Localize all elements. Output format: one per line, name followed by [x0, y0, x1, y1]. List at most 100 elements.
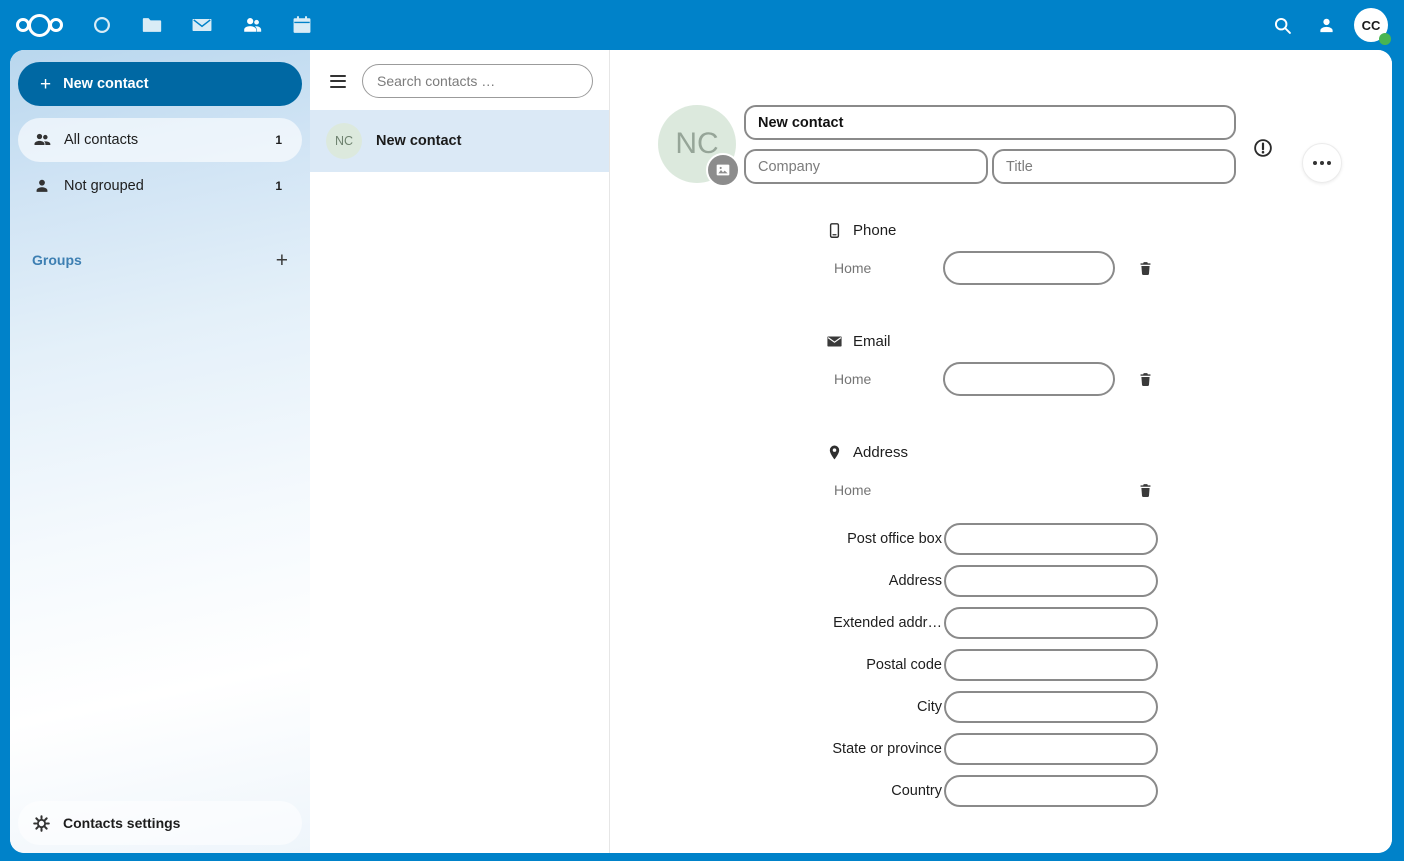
address-field-row: Country: [826, 775, 1392, 807]
address-field-label: Postal code: [826, 657, 942, 673]
name-fields: [744, 105, 1236, 184]
contact-details-panel: NC: [610, 50, 1392, 853]
more-actions-button[interactable]: [1302, 143, 1342, 183]
address-field-label: Address: [826, 573, 942, 589]
post-office-box-input[interactable]: [944, 523, 1158, 555]
app-icon-mail[interactable]: [177, 0, 227, 50]
extended-address-input[interactable]: [944, 607, 1158, 639]
new-contact-button[interactable]: + New contact: [18, 62, 302, 106]
app-icon-dashboard[interactable]: [77, 0, 127, 50]
address-field-row: Postal code: [826, 649, 1392, 681]
address-heading-label: Address: [853, 444, 908, 461]
email-row: Home: [826, 362, 1392, 396]
groups-header: Groups +: [18, 240, 302, 280]
company-input[interactable]: [744, 149, 988, 184]
plus-icon: +: [40, 75, 51, 94]
topbar: CC: [0, 0, 1404, 50]
email-heading-label: Email: [853, 333, 891, 350]
sidebar-item-label: All contacts: [64, 132, 138, 148]
contact-list-item[interactable]: NC New contact: [310, 110, 609, 172]
delete-phone-button[interactable]: [1133, 256, 1157, 280]
contact-avatar: NC: [326, 123, 362, 159]
contacts-settings-button[interactable]: Contacts settings: [18, 801, 302, 845]
user-avatar[interactable]: CC: [1354, 8, 1388, 42]
trash-icon: [1137, 371, 1154, 388]
add-group-button[interactable]: +: [276, 250, 288, 271]
address-heading: Address: [826, 444, 1392, 461]
address-field-row: Post office box: [826, 523, 1392, 555]
contact-list-panel: NC New contact: [310, 50, 610, 853]
upload-photo-button[interactable]: [706, 153, 740, 187]
logo-circle-center: [28, 14, 51, 37]
address-type-select[interactable]: Home: [826, 482, 943, 498]
contact-avatar-initials: NC: [335, 134, 353, 148]
app-icon-contacts[interactable]: [227, 0, 277, 50]
folder-icon: [141, 14, 163, 36]
job-title-input[interactable]: [992, 149, 1236, 184]
street-address-input[interactable]: [944, 565, 1158, 597]
delete-address-button[interactable]: [1133, 478, 1157, 502]
online-status-dot: [1379, 33, 1391, 45]
state-province-input[interactable]: [944, 733, 1158, 765]
contacts-settings-label: Contacts settings: [63, 815, 180, 831]
country-input[interactable]: [944, 775, 1158, 807]
address-field-label: Country: [826, 783, 942, 799]
sidebar-bottom: Contacts settings: [10, 793, 310, 853]
toggle-navigation-button[interactable]: [328, 71, 348, 92]
phone-icon: [826, 222, 843, 239]
email-icon: [826, 333, 843, 350]
sidebar-nav: All contacts 1 Not grouped 1: [10, 116, 310, 210]
navigation-sidebar: + New contact All contacts 1 Not grouped…: [10, 50, 310, 853]
company-title-row: [744, 149, 1236, 184]
app-content: + New contact All contacts 1 Not grouped…: [10, 50, 1392, 853]
image-icon: [715, 162, 731, 178]
phone-row: Home: [826, 251, 1392, 285]
postal-code-input[interactable]: [944, 649, 1158, 681]
person-icon: [32, 176, 52, 196]
phone-type-select[interactable]: Home: [826, 260, 943, 276]
phone-heading: Phone: [826, 222, 1392, 239]
contact-fullname-input[interactable]: [744, 105, 1236, 140]
address-type-row: Home: [826, 473, 1392, 507]
contacts-icon: [241, 14, 263, 36]
magnifier-icon: [1272, 15, 1293, 36]
city-input[interactable]: [944, 691, 1158, 723]
email-value-input[interactable]: [943, 362, 1115, 396]
trash-icon: [1137, 482, 1154, 499]
address-field-row: City: [826, 691, 1392, 723]
trash-icon: [1137, 260, 1154, 277]
address-section: Address Home Post office box Address: [826, 444, 1392, 807]
phone-heading-label: Phone: [853, 222, 896, 239]
phone-value-input[interactable]: [943, 251, 1115, 285]
mail-icon: [191, 14, 213, 36]
nextcloud-logo[interactable]: [16, 14, 63, 37]
sidebar-item-all-contacts[interactable]: All contacts 1: [18, 118, 302, 162]
delete-email-button[interactable]: [1133, 367, 1157, 391]
app-icon-calendar[interactable]: [277, 0, 327, 50]
app-icon-files[interactable]: [127, 0, 177, 50]
email-section: Email Home: [826, 333, 1392, 396]
sidebar-item-not-grouped[interactable]: Not grouped 1: [18, 164, 302, 208]
email-heading: Email: [826, 333, 1392, 350]
unified-search-button[interactable]: [1260, 0, 1304, 50]
ellipsis-icon: [1313, 161, 1317, 165]
address-field-label: Post office box: [826, 531, 942, 547]
contact-list-header: [310, 50, 609, 110]
phone-section: Phone Home: [826, 222, 1392, 285]
syntax-warning-button[interactable]: [1244, 129, 1282, 167]
contacts-menu-button[interactable]: [1304, 0, 1348, 50]
email-type-select[interactable]: Home: [826, 371, 943, 387]
contact-details-header: NC: [610, 50, 1392, 184]
address-field-label: City: [826, 699, 942, 715]
user-icon: [1316, 15, 1337, 36]
logo-circle-right: [49, 18, 63, 32]
address-field-label: State or province: [826, 741, 942, 757]
people-icon: [32, 130, 52, 150]
address-field-row: Extended addr…: [826, 607, 1392, 639]
plus-icon: +: [276, 249, 288, 272]
contact-name: New contact: [376, 133, 461, 149]
search-contacts-input[interactable]: [362, 64, 593, 98]
hamburger-icon: [330, 75, 346, 77]
address-fields: Post office box Address Extended addr… P…: [826, 523, 1392, 807]
user-avatar-initials: CC: [1362, 18, 1381, 33]
